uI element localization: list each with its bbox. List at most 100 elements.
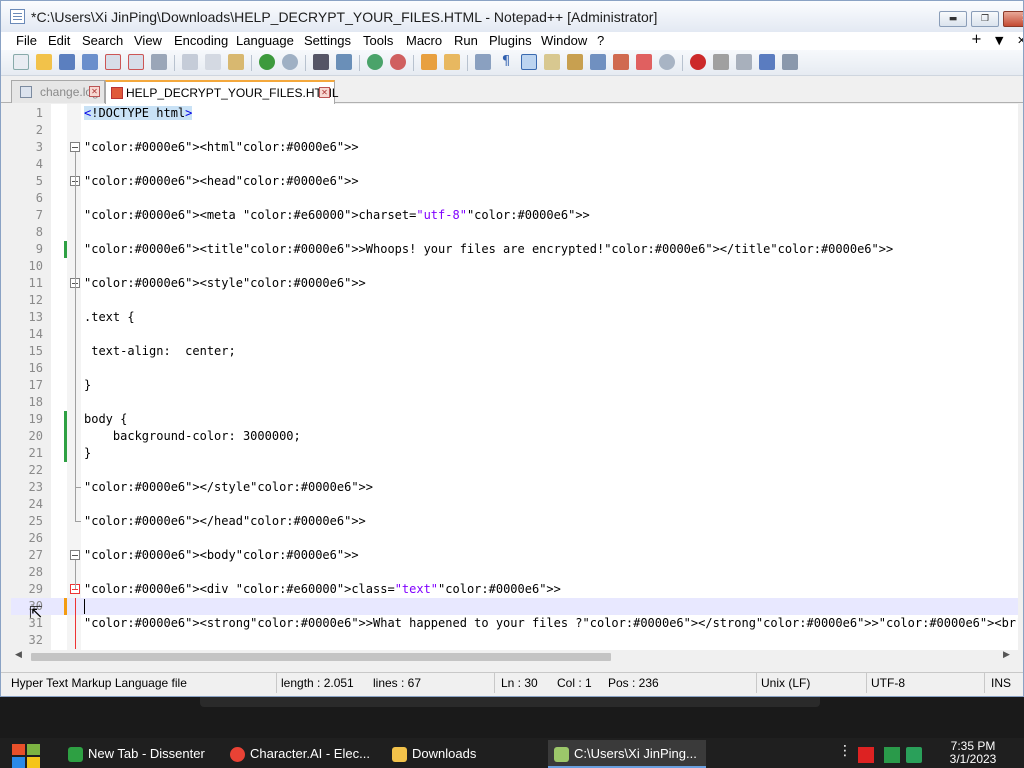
open-file-icon[interactable] [36, 54, 52, 70]
menu-language[interactable]: Language [236, 33, 294, 48]
close-doc-icon[interactable]: ✕ [1017, 34, 1023, 47]
tab-change-log[interactable]: change.log ✕ [11, 80, 105, 103]
run-macro-multiple-icon[interactable] [759, 54, 775, 70]
close-all-icon[interactable] [128, 54, 144, 70]
save-all-icon[interactable] [82, 54, 98, 70]
system-clock[interactable]: 7:35 PM 3/1/2023 [932, 740, 1014, 766]
code-line[interactable]: 14 [11, 326, 1023, 343]
code-line[interactable]: 7 "color:#0000e6"><meta "color:#e60000">c… [11, 207, 1023, 224]
code-line[interactable]: 25 "color:#0000e6"></head"color:#0000e6">… [11, 513, 1023, 530]
code-line[interactable]: 6 [11, 190, 1023, 207]
code-line[interactable]: 16 [11, 360, 1023, 377]
code-line[interactable]: 22 [11, 462, 1023, 479]
code-line[interactable]: 32 [11, 632, 1023, 649]
status-eol[interactable]: Unix (LF) [761, 676, 810, 690]
code-line[interactable]: 5 "color:#0000e6"><head"color:#0000e6">> [11, 173, 1023, 190]
redo-icon[interactable] [282, 54, 298, 70]
taskbar-item-notepadpp[interactable]: C:\Users\Xi JinPing... [548, 740, 706, 768]
menu-edit[interactable]: Edit [48, 33, 70, 48]
record-macro-icon[interactable] [690, 54, 706, 70]
code-line[interactable]: 18 [11, 394, 1023, 411]
menu-plugins[interactable]: Plugins [489, 33, 532, 48]
user-defined-language-icon[interactable] [544, 54, 560, 70]
code-line[interactable]: 23 "color:#0000e6"></style"color:#0000e6"… [11, 479, 1023, 496]
chevron-down-icon[interactable]: ▼ [995, 34, 1003, 47]
print-icon[interactable] [151, 54, 167, 70]
taskbar-item-dissenter[interactable]: New Tab - Dissenter [62, 740, 220, 768]
cut-icon[interactable] [182, 54, 198, 70]
close-icon[interactable]: ✕ [89, 86, 100, 97]
monitoring-icon[interactable] [659, 54, 675, 70]
taskbar-item-downloads[interactable]: Downloads [386, 740, 544, 768]
network-icon[interactable] [884, 747, 900, 763]
code-line[interactable]: 12 [11, 292, 1023, 309]
zoom-in-icon[interactable] [367, 54, 383, 70]
menu-window[interactable]: Window [541, 33, 587, 48]
code-line[interactable]: 17} [11, 377, 1023, 394]
horizontal-scroll-thumb[interactable] [31, 653, 611, 661]
indent-guide-icon[interactable] [521, 54, 537, 70]
code-line[interactable]: 15 text-align: center; [11, 343, 1023, 360]
code-line[interactable]: 21} [11, 445, 1023, 462]
menu-run[interactable]: Run [454, 33, 478, 48]
replace-icon[interactable] [336, 54, 352, 70]
find-icon[interactable] [313, 54, 329, 70]
menu-tools[interactable]: Tools [363, 33, 393, 48]
plus-icon[interactable]: + [971, 32, 982, 47]
code-line[interactable]: 3 "color:#0000e6"><html"color:#0000e6">> [11, 139, 1023, 156]
code-line[interactable]: 10 [11, 258, 1023, 275]
code-line[interactable]: 26 [11, 530, 1023, 547]
paste-icon[interactable] [228, 54, 244, 70]
close-icon[interactable]: ✕ [319, 87, 330, 98]
code-line[interactable]: 31 "color:#0000e6"><strong"color:#0000e6"… [11, 615, 1023, 632]
code-line[interactable]: 27 "color:#0000e6"><body"color:#0000e6">> [11, 547, 1023, 564]
more-options-icon[interactable]: ⋮ [838, 743, 852, 759]
minimize-button[interactable]: ▬ [939, 11, 967, 27]
copy-icon[interactable] [205, 54, 221, 70]
action-center-flag-icon[interactable] [858, 747, 874, 763]
horizontal-scrollbar[interactable]: ◀ ▶ [11, 650, 1023, 664]
menu-settings[interactable]: Settings [304, 33, 351, 48]
document-map-icon[interactable] [567, 54, 583, 70]
scroll-right-icon[interactable]: ▶ [1003, 650, 1010, 660]
zoom-out-icon[interactable] [390, 54, 406, 70]
code-line[interactable]: 2 [11, 122, 1023, 139]
play-macro-icon[interactable] [736, 54, 752, 70]
code-line[interactable]: 4 [11, 156, 1023, 173]
status-encoding[interactable]: UTF-8 [871, 676, 905, 690]
scroll-left-icon[interactable]: ◀ [15, 650, 22, 660]
code-line[interactable]: 20 background-color: 3000000; [11, 428, 1023, 445]
show-all-characters-icon[interactable]: ¶ [498, 54, 514, 70]
code-line[interactable]: 1 <!DOCTYPE html> [11, 105, 1023, 122]
code-line[interactable]: 8 [11, 224, 1023, 241]
close-file-icon[interactable] [105, 54, 121, 70]
fold-toggle-icon[interactable] [70, 550, 80, 560]
start-button[interactable] [12, 742, 42, 768]
code-editor[interactable]: 1 <!DOCTYPE html> 2 3 "color:#0000e6"><html"… [11, 104, 1023, 650]
code-line[interactable]: 30 [11, 598, 1023, 615]
save-macro-icon[interactable] [782, 54, 798, 70]
word-wrap-icon[interactable] [475, 54, 491, 70]
tab-help-decrypt-your-files[interactable]: HELP_DECRYPT_YOUR_FILES.HTML ✕ [105, 80, 339, 104]
sync-horizontal-icon[interactable] [444, 54, 460, 70]
save-icon[interactable] [59, 54, 75, 70]
code-line[interactable]: 13 .text { [11, 309, 1023, 326]
vertical-scrollbar[interactable] [1018, 104, 1023, 650]
code-line[interactable]: 9 "color:#0000e6"><title"color:#0000e6">>… [11, 241, 1023, 258]
document-list-icon[interactable] [590, 54, 606, 70]
status-insert-mode[interactable]: INS [991, 676, 1011, 690]
volume-icon[interactable] [906, 747, 922, 763]
maximize-button[interactable]: ❐ [971, 11, 999, 27]
stop-macro-icon[interactable] [713, 54, 729, 70]
sync-vertical-icon[interactable] [421, 54, 437, 70]
fold-toggle-icon[interactable] [70, 142, 80, 152]
menu-encoding[interactable]: Encoding [174, 33, 228, 48]
folder-workspace-icon[interactable] [636, 54, 652, 70]
code-line[interactable]: 29 "color:#0000e6"><div "color:#e60000">c… [11, 581, 1023, 598]
menu-search[interactable]: Search [82, 33, 123, 48]
close-button[interactable]: ✕ [1003, 11, 1023, 27]
function-list-icon[interactable] [613, 54, 629, 70]
code-line[interactable]: 19 body { [11, 411, 1023, 428]
code-line[interactable]: 11 "color:#0000e6"><style"color:#0000e6">… [11, 275, 1023, 292]
undo-icon[interactable] [259, 54, 275, 70]
